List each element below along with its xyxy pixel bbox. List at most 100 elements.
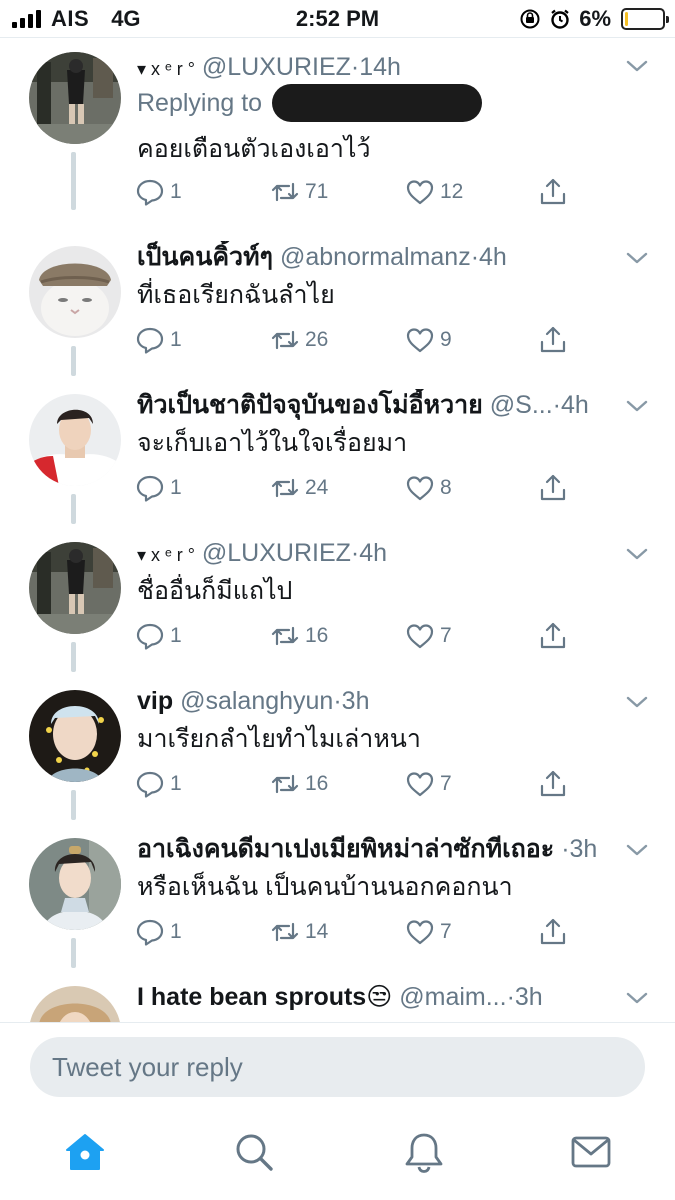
thread-line xyxy=(71,152,76,210)
retweet-button[interactable]: 14 xyxy=(269,915,328,949)
tweet-time: 4h xyxy=(359,539,388,567)
display-name[interactable]: ▾ x ᵉ r ° xyxy=(137,59,195,79)
replying-to[interactable]: Replying to xyxy=(137,84,483,122)
tweet-text: หรือเห็นฉัน เป็นคนบ้านนอกคอกนา xyxy=(137,873,513,901)
like-button[interactable]: 7 xyxy=(404,915,452,949)
retweet-count: 24 xyxy=(305,476,329,499)
tweet-actions: 1 26 9 xyxy=(134,323,584,357)
retweet-button[interactable]: 71 xyxy=(269,175,328,209)
tab-notifications[interactable] xyxy=(402,1130,446,1174)
tweet[interactable]: I hate bean sprouts😒 @maim...·3h xyxy=(0,978,675,1022)
tweet[interactable]: เป็นคนคิ้วท์ๆ @abnormalmanz·4h ที่เธอเรี… xyxy=(0,238,675,386)
like-button[interactable]: 7 xyxy=(404,767,452,801)
chevron-down-icon[interactable] xyxy=(623,244,651,272)
reply-input[interactable] xyxy=(30,1037,645,1097)
like-button[interactable]: 8 xyxy=(404,471,452,505)
reply-icon xyxy=(136,475,164,502)
separator: · xyxy=(552,391,561,419)
tweet[interactable]: ทิวเป็นชาติปัจจุบันของโม่อี้หวาย @S...·4… xyxy=(0,386,675,534)
bottom-tab-bar xyxy=(0,1110,675,1200)
retweet-button[interactable]: 26 xyxy=(269,323,328,357)
like-button[interactable]: 12 xyxy=(404,175,463,209)
share-button[interactable] xyxy=(537,915,569,949)
tweet-time: 4h xyxy=(561,391,589,419)
share-button[interactable] xyxy=(537,471,569,505)
avatar[interactable] xyxy=(29,690,121,782)
user-handle[interactable]: @abnormalmanz xyxy=(280,243,471,271)
chevron-down-icon[interactable] xyxy=(623,52,651,80)
tweet[interactable]: vip @salanghyun·3h มาเรียกลำไยทำไมเล่าหน… xyxy=(0,682,675,830)
avatar[interactable] xyxy=(29,246,121,338)
retweet-count: 16 xyxy=(305,624,329,647)
retweet-button[interactable]: 16 xyxy=(269,767,328,801)
share-icon xyxy=(540,770,566,797)
share-button[interactable] xyxy=(537,767,569,801)
tweet-actions: 1 16 7 xyxy=(134,767,584,801)
display-name[interactable]: vip xyxy=(137,687,173,715)
user-handle[interactable]: @maim... xyxy=(399,983,506,1011)
retweet-icon xyxy=(271,774,299,794)
reply-button[interactable]: 1 xyxy=(134,767,182,801)
retweet-icon xyxy=(271,478,299,498)
reply-count: 1 xyxy=(170,180,182,203)
retweet-icon xyxy=(271,922,299,942)
reply-composer xyxy=(0,1022,675,1110)
battery-fill xyxy=(625,12,628,26)
heart-icon xyxy=(406,180,434,205)
retweet-button[interactable]: 24 xyxy=(269,471,328,505)
tweet-text: ชื่ออื่นก็มีแถไป xyxy=(137,577,293,605)
share-button[interactable] xyxy=(537,175,569,209)
orientation-lock-icon xyxy=(519,8,541,30)
reply-thread[interactable]: ▾ x ᵉ r ° @LUXURIEZ·14h Replying to คอยเ… xyxy=(0,38,675,1022)
retweet-count: 26 xyxy=(305,328,329,351)
separator: · xyxy=(561,835,570,863)
tweet[interactable]: ▾ x ᵉ r ° @LUXURIEZ·14h Replying to คอยเ… xyxy=(0,38,675,210)
chevron-down-icon[interactable] xyxy=(623,984,651,1012)
avatar[interactable] xyxy=(29,542,121,634)
thread-line xyxy=(71,790,76,820)
chevron-down-icon[interactable] xyxy=(623,688,651,716)
display-name[interactable]: เป็นคนคิ้วท์ๆ xyxy=(137,243,273,271)
avatar[interactable] xyxy=(29,394,121,486)
heart-icon xyxy=(406,476,434,501)
reply-button[interactable]: 1 xyxy=(134,323,182,357)
reply-button[interactable]: 1 xyxy=(134,619,182,653)
avatar[interactable] xyxy=(29,52,121,144)
user-handle[interactable]: @salanghyun xyxy=(180,687,333,715)
reply-button[interactable]: 1 xyxy=(134,471,182,505)
tab-search[interactable] xyxy=(232,1130,276,1174)
tweet-actions: 1 24 8 xyxy=(134,471,584,505)
retweet-count: 16 xyxy=(305,772,329,795)
user-handle[interactable]: @LUXURIEZ xyxy=(202,539,351,567)
tweet-header: อาเฉิงคนดีมาเปงเมียพิหม่าล่าซักทีเถอะ ·3… xyxy=(137,833,619,865)
tweet[interactable]: อาเฉิงคนดีมาเปงเมียพิหม่าล่าซักทีเถอะ ·3… xyxy=(0,830,675,978)
share-button[interactable] xyxy=(537,323,569,357)
tab-home[interactable] xyxy=(63,1130,107,1174)
avatar[interactable] xyxy=(29,986,121,1022)
share-button[interactable] xyxy=(537,619,569,653)
chevron-down-icon[interactable] xyxy=(623,540,651,568)
thread-line xyxy=(71,938,76,968)
tweet-header: I hate bean sprouts😒 @maim...·3h xyxy=(137,981,619,1013)
chevron-down-icon[interactable] xyxy=(623,392,651,420)
display-name[interactable]: ทิวเป็นชาติปัจจุบันของโม่อี้หวาย xyxy=(137,391,483,419)
display-name[interactable]: อาเฉิงคนดีมาเปงเมียพิหม่าล่าซักทีเถอะ xyxy=(137,835,554,863)
tweet-time: 3h xyxy=(569,835,598,863)
separator: · xyxy=(333,687,342,715)
tweet[interactable]: ▾ x ᵉ r ° @LUXURIEZ·4h ชื่ออื่นก็มีแถไป … xyxy=(0,534,675,682)
separator: · xyxy=(470,243,480,271)
display-name[interactable]: I hate bean sprouts😒 xyxy=(137,983,392,1011)
retweet-button[interactable]: 16 xyxy=(269,619,328,653)
chevron-down-icon[interactable] xyxy=(623,836,651,864)
user-handle[interactable]: @S... xyxy=(490,391,553,419)
reply-button[interactable]: 1 xyxy=(134,175,182,209)
reply-button[interactable]: 1 xyxy=(134,915,182,949)
reply-icon xyxy=(136,179,164,206)
like-button[interactable]: 9 xyxy=(404,323,452,357)
avatar[interactable] xyxy=(29,838,121,930)
display-name[interactable]: ▾ x ᵉ r ° xyxy=(137,545,195,565)
like-button[interactable]: 7 xyxy=(404,619,452,653)
search-icon xyxy=(236,1134,273,1171)
user-handle[interactable]: @LUXURIEZ xyxy=(202,53,351,81)
tab-messages[interactable] xyxy=(569,1130,613,1174)
